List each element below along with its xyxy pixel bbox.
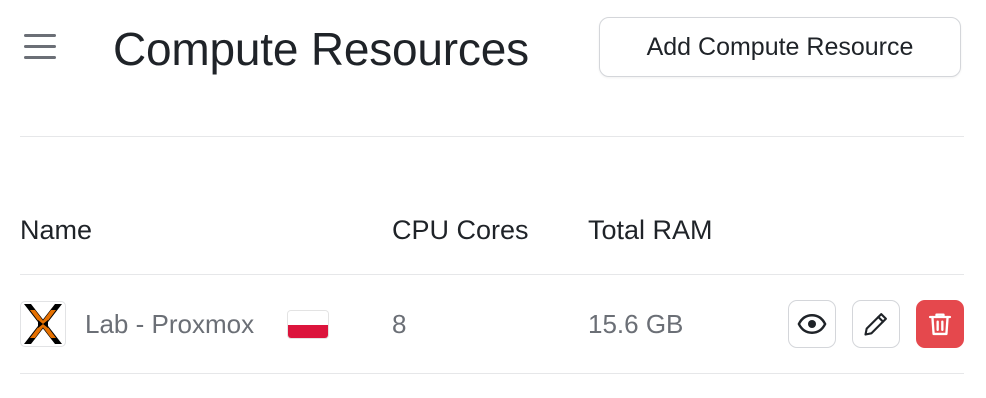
column-header-name: Name [20, 215, 93, 245]
eye-icon [797, 314, 827, 334]
header-divider [20, 136, 964, 137]
add-compute-resource-button[interactable]: Add Compute Resource [599, 17, 961, 77]
proxmox-icon [20, 301, 66, 347]
table-header-divider [20, 274, 964, 275]
column-header-total-ram: Total RAM [588, 215, 713, 245]
cpu-cores-value: 8 [392, 309, 407, 339]
pencil-icon [864, 313, 887, 336]
poland-flag-icon [288, 311, 328, 338]
column-header-cpu-cores: CPU Cores [392, 215, 529, 245]
page-title: Compute Resources [113, 23, 529, 75]
resource-name[interactable]: Lab - Proxmox [85, 309, 254, 340]
trash-icon [928, 313, 952, 336]
total-ram-value: 15.6 GB [588, 309, 684, 339]
edit-button[interactable] [852, 300, 900, 348]
view-button[interactable] [788, 300, 836, 348]
delete-button[interactable] [916, 300, 964, 348]
table-row-divider [20, 373, 964, 374]
menu-icon[interactable] [24, 31, 58, 63]
